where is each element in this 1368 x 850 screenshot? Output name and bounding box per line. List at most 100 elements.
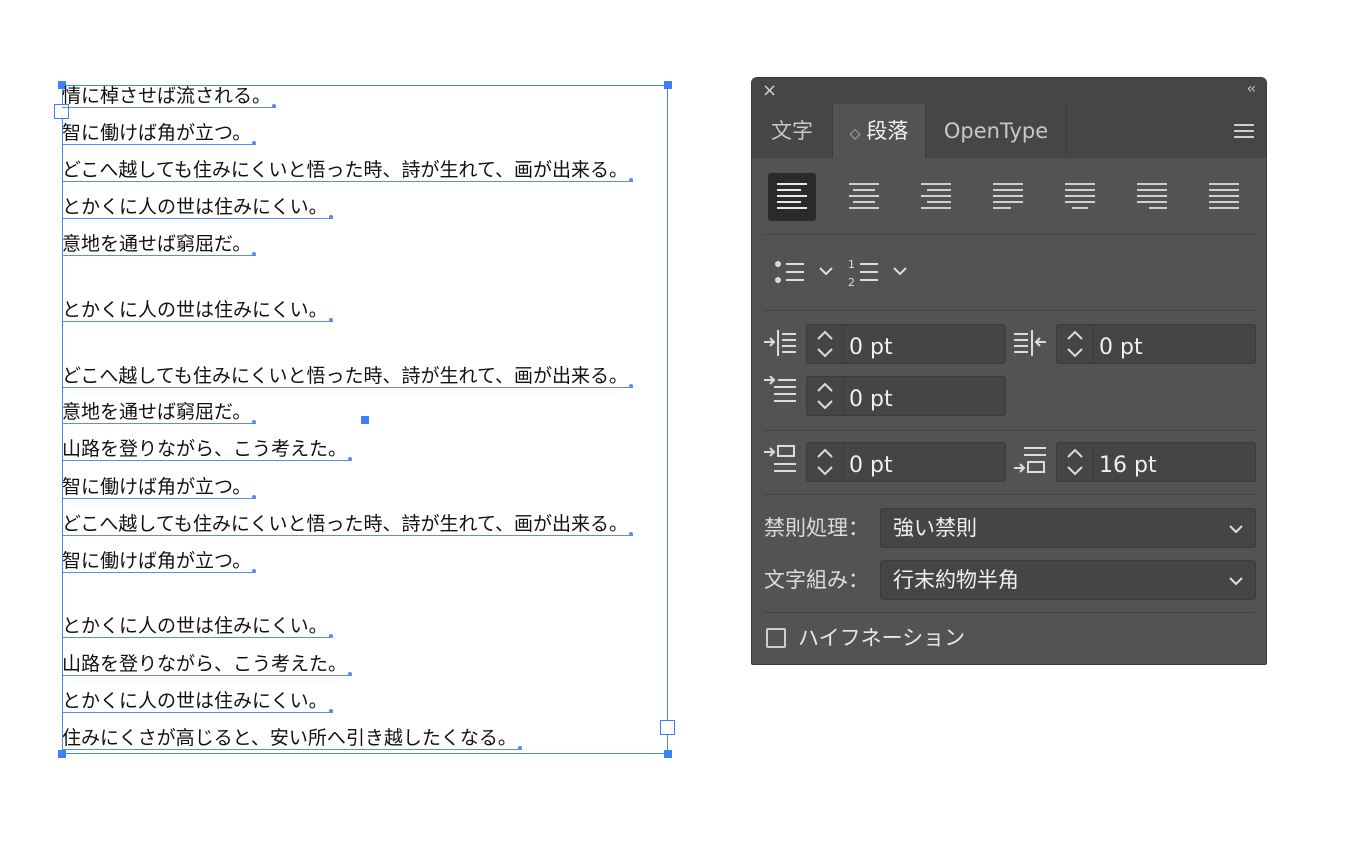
divider [764, 234, 1254, 235]
justify-last-center-button[interactable] [1056, 173, 1104, 221]
panel-titlebar[interactable]: × ‹‹ [752, 78, 1266, 104]
tab-options-icon: ◇ [849, 126, 861, 142]
align-left-icon [777, 183, 807, 209]
line-text: とかくに人の世は住みにくい。 [62, 615, 333, 638]
right-indent-value[interactable]: 0 pt [1099, 325, 1143, 363]
line-text: どこへ越しても住みにくいと悟った時、詩が生れて、画が出来る。 [62, 513, 634, 536]
line-text: 住みにくさが高じると、安い所へ引き越したくなる。 [62, 727, 522, 750]
text-line: 智に働けば角が立つ。 [62, 475, 257, 499]
svg-text:1: 1 [848, 258, 855, 271]
hyphenation-checkbox[interactable] [766, 628, 786, 648]
align-center-icon [849, 183, 879, 209]
text-line: 意地を通せば窮屈だ。 [62, 232, 257, 256]
numbered-list-icon: 1 2 [848, 258, 907, 289]
divider [764, 430, 1254, 431]
frame-handle-top-right[interactable] [664, 81, 672, 89]
line-text: どこへ越しても住みにくいと悟った時、詩が生れて、画が出来る。 [62, 365, 634, 388]
justify-last-left-button[interactable] [984, 173, 1032, 221]
align-right-icon [921, 183, 951, 209]
frame-center-point[interactable] [361, 416, 369, 424]
tab-label: OpenType [943, 119, 1049, 143]
stepper[interactable] [1057, 325, 1094, 363]
space-before-value[interactable]: 0 pt [849, 443, 893, 481]
right-indent-field[interactable]: 0 pt [1056, 324, 1256, 364]
align-center-button[interactable] [840, 173, 888, 221]
justify-last-left-icon [993, 183, 1023, 209]
text-line: 智に働けば角が立つ。 [62, 549, 257, 573]
text-line: とかくに人の世は住みにくい。 [62, 298, 333, 322]
justify-all-icon [1209, 183, 1239, 209]
tab-paragraph[interactable]: ◇ 段落 [833, 104, 925, 158]
line-text: とかくに人の世は住みにくい。 [62, 196, 333, 219]
mojikumi-label: 文字組み： [764, 568, 869, 592]
svg-text:2: 2 [848, 276, 855, 288]
space-before-icon [764, 445, 796, 472]
align-right-button[interactable] [912, 173, 960, 221]
space-before-field[interactable]: 0 pt [806, 442, 1006, 482]
line-text: 智に働けば角が立つ。 [62, 476, 257, 499]
text-line: とかくに人の世は住みにくい。 [62, 689, 333, 713]
panel-menu-icon[interactable] [1234, 124, 1254, 142]
stepper-arrows-icon [817, 448, 833, 476]
mojikumi-dropdown[interactable]: 行末約物半角 [880, 560, 1256, 600]
first-line-indent-field[interactable]: 0 pt [806, 376, 1006, 416]
stepper-arrows-icon [817, 330, 833, 358]
line-text: 情に棹させば流される。 [62, 85, 277, 108]
stepper[interactable] [807, 325, 844, 363]
paragraph-panel: × ‹‹ 文字 ◇ 段落 OpenType 1 2 0 pt 0 pt 0 pt… [751, 77, 1267, 665]
text-line: とかくに人の世は住みにくい。 [62, 195, 333, 219]
justify-last-center-icon [1065, 183, 1095, 209]
justify-last-right-button[interactable] [1128, 173, 1176, 221]
chevron-down-icon [1229, 577, 1243, 586]
kinsoku-dropdown[interactable]: 強い禁則 [880, 508, 1256, 548]
line-text: 意地を通せば窮屈だ。 [62, 401, 257, 424]
right-indent-icon [1014, 330, 1046, 356]
divider [764, 612, 1254, 613]
frame-handle-bottom-left[interactable] [58, 750, 66, 758]
stepper-arrows-icon [1067, 448, 1083, 476]
line-text: どこへ越しても住みにくいと悟った時、詩が生れて、画が出来る。 [62, 159, 634, 182]
text-line: とかくに人の世は住みにくい。 [62, 614, 333, 638]
line-text: 智に働けば角が立つ。 [62, 122, 257, 145]
bullet-list-dropdown[interactable] [774, 256, 836, 292]
out-port[interactable] [660, 720, 675, 735]
justify-all-button[interactable] [1200, 173, 1248, 221]
tab-character[interactable]: 文字 [752, 104, 832, 158]
align-left-button[interactable] [768, 173, 816, 221]
line-text: とかくに人の世は住みにくい。 [62, 690, 333, 713]
text-line: どこへ越しても住みにくいと悟った時、詩が生れて、画が出来る。 [62, 512, 634, 536]
mojikumi-value: 行末約物半角 [893, 568, 1019, 592]
tab-opentype[interactable]: OpenType [926, 104, 1066, 158]
numbered-list-dropdown[interactable]: 1 2 [848, 256, 910, 292]
divider [764, 310, 1254, 311]
left-indent-icon [764, 330, 796, 356]
hyphenation-label[interactable]: ハイフネーション [798, 623, 965, 653]
frame-handle-bottom-right[interactable] [664, 750, 672, 758]
panel-tabs: 文字 ◇ 段落 OpenType [752, 104, 1266, 158]
space-after-field[interactable]: 16 pt [1056, 442, 1256, 482]
stepper[interactable] [807, 377, 844, 415]
space-after-icon [1014, 447, 1046, 473]
kinsoku-value: 強い禁則 [893, 516, 977, 540]
text-line: 情に棹させば流される。 [62, 84, 277, 108]
text-line: 智に働けば角が立つ。 [62, 121, 257, 145]
first-line-indent-icon [764, 376, 796, 402]
stepper[interactable] [807, 443, 844, 481]
line-text: 意地を通せば窮屈だ。 [62, 233, 257, 256]
space-after-value[interactable]: 16 pt [1099, 443, 1157, 481]
stepper[interactable] [1057, 443, 1094, 481]
text-line: 山路を登りながら、こう考えた。 [62, 437, 353, 461]
close-icon[interactable]: × [762, 80, 777, 101]
tab-label: 段落 [866, 119, 909, 143]
line-text: 智に働けば角が立つ。 [62, 550, 257, 573]
kinsoku-label: 禁則処理： [764, 516, 869, 540]
line-text: 山路を登りながら、こう考えた。 [62, 653, 353, 676]
text-line: どこへ越しても住みにくいと悟った時、詩が生れて、画が出来る。 [62, 364, 634, 388]
stepper-arrows-icon [1067, 330, 1083, 358]
first-line-indent-value[interactable]: 0 pt [849, 377, 893, 415]
tab-label: 文字 [771, 119, 813, 143]
collapse-icon[interactable]: ‹‹ [1247, 81, 1256, 97]
left-indent-value[interactable]: 0 pt [849, 325, 893, 363]
left-indent-field[interactable]: 0 pt [806, 324, 1006, 364]
stepper-arrows-icon [817, 382, 833, 410]
